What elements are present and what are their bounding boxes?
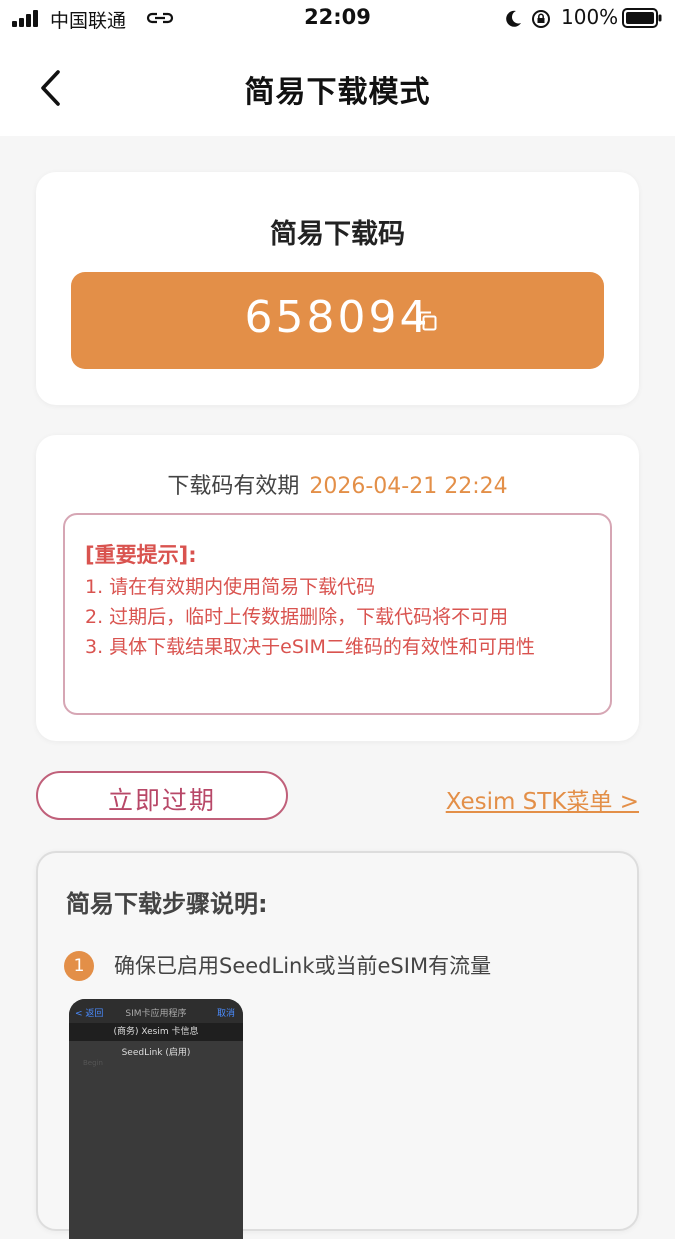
battery-icon: [622, 8, 662, 28]
page-title: 简易下载模式: [244, 75, 431, 110]
preview-cancel-label: 取消: [216, 1009, 235, 1019]
validity-value: 2026-04-21 22:24: [309, 474, 508, 499]
preview-row-seedlink: SeedLink (启用): [121, 1048, 191, 1058]
notice-line-2: 2. 过期后，临时上传数据删除，下载代码将不可用: [85, 606, 509, 628]
important-notice: [重要提示]: 1. 请在有效期内使用简易下载代码 2. 过期后，临时上传数据删…: [63, 513, 612, 715]
copy-icon[interactable]: [417, 310, 439, 332]
preview-row-begin: Begin: [83, 1059, 103, 1067]
download-code-label: 简易下载码: [270, 219, 405, 250]
step-text: 确保已启用SeedLink或当前eSIM有流量: [114, 954, 492, 978]
xesim-stk-menu-link[interactable]: Xesim STK菜单 >: [446, 782, 639, 816]
status-bar: 中国联通 22:09 100%: [0, 0, 675, 38]
battery-percentage: 100%: [561, 5, 619, 29]
notice-line-3: 3. 具体下载结果取决于eSIM二维码的有效性和可用性: [85, 636, 535, 658]
expire-now-label: 立即过期: [107, 786, 216, 815]
notice-line-1: 1. 请在有效期内使用简易下载代码: [85, 576, 376, 598]
notice-title: [重要提示]:: [85, 543, 197, 567]
navigation-bar: 简易下载模式: [0, 38, 675, 136]
validity-row: 下载码有效期 2026-04-21 22:24: [36, 468, 639, 500]
preview-header: < 返回 SIM卡应用程序 取消: [69, 999, 243, 1023]
validity-label: 下载码有效期: [167, 474, 300, 499]
download-code-value: 658094: [244, 292, 431, 343]
download-code-button[interactable]: 658094: [71, 272, 604, 369]
validity-card: 下载码有效期 2026-04-21 22:24 [重要提示]: 1. 请在有效期内…: [36, 435, 639, 741]
preview-row-card-info: (商务) Xesim 卡信息: [69, 1023, 243, 1041]
steps-card: 简易下载步骤说明: 1 确保已启用SeedLink或当前eSIM有流量 < 返回…: [36, 851, 639, 1239]
rotation-lock-icon: [532, 10, 550, 28]
steps-title: 简易下载步骤说明:: [66, 890, 268, 918]
download-code-card: 简易下载码 658094: [36, 172, 639, 405]
phone-screenshot-preview: < 返回 SIM卡应用程序 取消 (商务) Xesim 卡信息 SeedLink…: [69, 999, 243, 1239]
expire-now-button[interactable]: 立即过期: [36, 771, 288, 820]
do-not-disturb-icon: [506, 10, 521, 27]
step-number-badge: 1: [64, 951, 94, 981]
